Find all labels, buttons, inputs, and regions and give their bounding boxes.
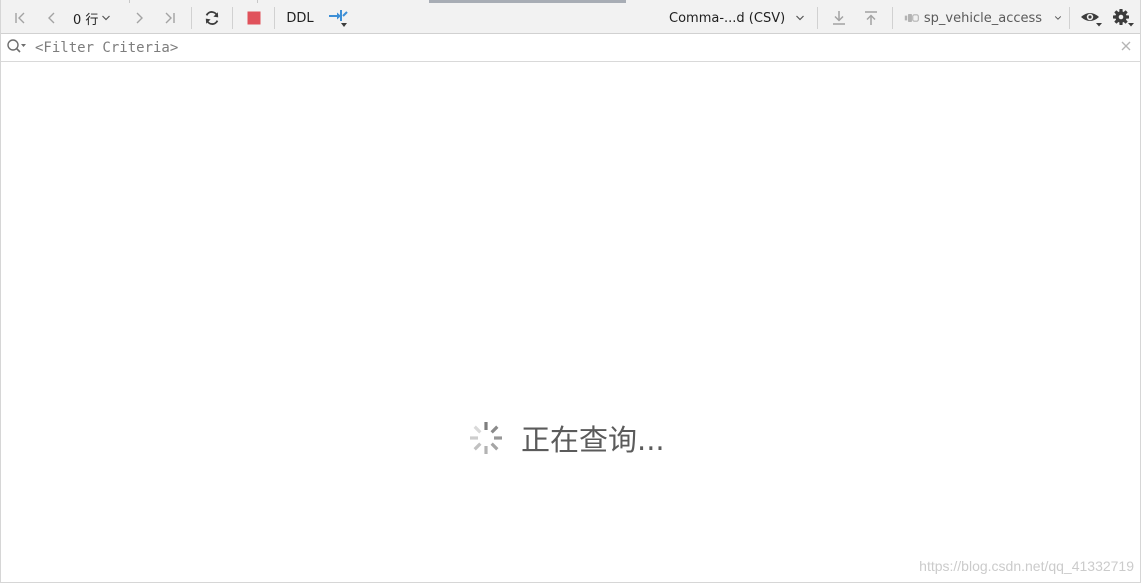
- import-button[interactable]: [859, 3, 883, 33]
- stop-button[interactable]: [242, 3, 266, 33]
- data-editor-panel: 0 行 DDL Comma-...d (CSV) sp_vehicle_acce…: [0, 0, 1141, 583]
- refresh-icon: [205, 11, 219, 25]
- clear-filter-button[interactable]: [1115, 32, 1137, 59]
- ddl-label: DDL: [286, 10, 314, 26]
- toolbar-separator: [191, 7, 192, 29]
- first-page-icon: [15, 12, 25, 24]
- chevron-right-icon: [136, 12, 143, 24]
- first-page-button[interactable]: [9, 3, 31, 33]
- export-format-dropdown[interactable]: Comma-...d (CSV): [669, 3, 811, 33]
- database-plug-icon: [904, 14, 919, 22]
- datasource-label: sp_vehicle_access: [923, 10, 1043, 26]
- previous-page-button[interactable]: [41, 3, 63, 33]
- filter-history-button[interactable]: [5, 32, 29, 59]
- compare-arrows-icon: [329, 10, 348, 27]
- next-page-button[interactable]: [128, 3, 150, 33]
- toolbar-separator: [274, 7, 275, 29]
- search-icon: [7, 38, 26, 53]
- export-button[interactable]: [827, 3, 851, 33]
- ddl-button[interactable]: DDL: [283, 3, 317, 33]
- query-loading-indicator: 正在查询...: [468, 418, 665, 458]
- compare-button[interactable]: [325, 3, 351, 33]
- row-count-dropdown[interactable]: 0 行: [73, 3, 121, 33]
- chevron-down-icon: [102, 15, 111, 21]
- view-options-button[interactable]: [1077, 3, 1105, 33]
- gear-icon: [1113, 9, 1134, 27]
- download-icon: [833, 11, 845, 25]
- row-count-label: 0 行: [73, 12, 99, 28]
- chevron-down-icon: [1054, 16, 1062, 20]
- upload-icon: [865, 11, 877, 25]
- spinner-icon: [470, 422, 502, 454]
- eye-icon: [1081, 13, 1102, 27]
- chevron-left-icon: [48, 12, 55, 24]
- export-format-label: Comma-...d (CSV): [669, 10, 786, 26]
- settings-button[interactable]: [1109, 3, 1137, 33]
- close-icon: [1121, 41, 1131, 50]
- last-page-icon: [165, 12, 175, 24]
- loading-status-text: 正在查询...: [521, 423, 665, 457]
- toolbar-separator: [817, 7, 818, 29]
- datasource-dropdown[interactable]: sp_vehicle_access: [904, 3, 1062, 33]
- refresh-button[interactable]: [200, 3, 224, 33]
- toolbar-separator: [892, 7, 893, 29]
- chevron-down-icon: [796, 15, 805, 21]
- toolbar-separator: [232, 7, 233, 29]
- results-toolbar: 0 行 DDL Comma-...d (CSV) sp_vehicle_acce…: [1, 3, 1140, 34]
- filter-criteria-input[interactable]: [35, 34, 1105, 61]
- toolbar-separator: [1069, 7, 1070, 29]
- last-page-button[interactable]: [159, 3, 181, 33]
- watermark-text: https://blog.csdn.net/qq_41332719: [919, 558, 1134, 574]
- filter-bar: [1, 34, 1140, 62]
- stop-icon: [247, 11, 261, 25]
